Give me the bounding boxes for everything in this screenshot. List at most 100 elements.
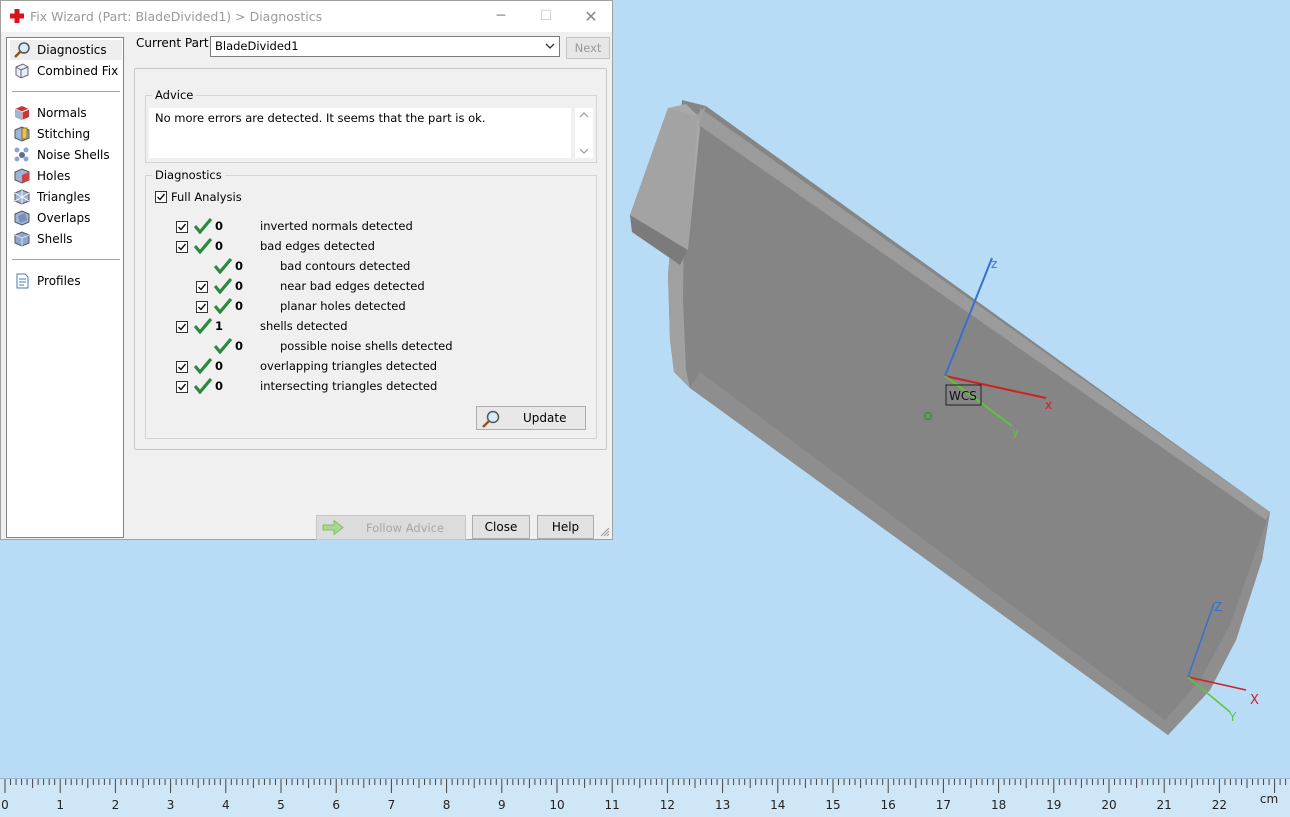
title-bar[interactable]: Fix Wizard (Part: BladeDivided1) > Diagn… xyxy=(1,1,612,32)
diagnostics-group: Diagnostics Full Analysis 0 inverted nor… xyxy=(145,168,597,439)
close-button[interactable]: Close xyxy=(472,515,530,539)
ruler-label: 2 xyxy=(112,798,120,812)
overlaps-icon xyxy=(14,210,30,226)
update-button-label: Update xyxy=(523,411,567,425)
nav-item-shells[interactable]: Shells xyxy=(10,229,122,249)
nav-item-noise-shells[interactable]: Noise Shells xyxy=(10,145,122,165)
checkmark-icon xyxy=(178,223,187,231)
nav-item-normals[interactable]: Normals xyxy=(10,103,122,123)
ruler-label: 21 xyxy=(1157,798,1172,812)
row-count: 0 xyxy=(215,359,224,373)
row-label: intersecting triangles detected xyxy=(260,379,438,393)
full-analysis-checkbox[interactable] xyxy=(155,191,167,203)
nav-item-label: Combined Fix xyxy=(37,64,119,78)
fix-category-list: Diagnostics Combined Fix Normals Stitchi… xyxy=(6,37,124,538)
row-checkbox-shells[interactable] xyxy=(176,321,188,333)
update-button[interactable]: Update xyxy=(476,406,586,430)
stitching-icon xyxy=(14,126,30,142)
close-icon: ✕ xyxy=(584,7,598,26)
row-label: shells detected xyxy=(260,319,348,333)
row-label: inverted normals detected xyxy=(260,219,413,233)
diagnostics-group-label: Diagnostics xyxy=(152,168,225,182)
advice-text: No more errors are detected. It seems th… xyxy=(149,108,571,158)
row-checkbox-inverted-normals[interactable] xyxy=(176,221,188,233)
ruler-label: 1 xyxy=(56,798,64,812)
full-analysis-label: Full Analysis xyxy=(171,190,242,204)
ruler-scale: 0 1 2 3 4 5 6 7 8 9 10 11 12 13 14 15 16 17 18 19 20 21 22 cm xyxy=(1,779,1287,812)
maximize-icon: ☐ xyxy=(539,8,553,24)
row-checkbox-bad-edges[interactable] xyxy=(176,241,188,253)
nav-item-combined-fix[interactable]: Combined Fix xyxy=(10,61,122,81)
row-label: overlapping triangles detected xyxy=(260,359,438,373)
scroll-down-icon xyxy=(579,148,589,154)
green-check-icon xyxy=(214,338,232,354)
triangles-icon xyxy=(14,189,30,205)
diagnostics-panel: Advice No more errors are detected. It s… xyxy=(134,68,607,450)
ruler-label: 5 xyxy=(277,798,285,812)
minimize-icon: ─ xyxy=(496,8,506,24)
close-window-button[interactable]: ✕ xyxy=(568,1,614,32)
ruler-label: 11 xyxy=(605,798,620,812)
checkmark-icon xyxy=(198,303,207,311)
row-checkbox-planar-holes[interactable] xyxy=(196,301,208,313)
part-model[interactable] xyxy=(630,100,1270,735)
green-check-icon xyxy=(194,238,212,254)
nav-item-label: Stitching xyxy=(37,127,91,141)
advice-group-label: Advice xyxy=(152,88,197,102)
nav-item-stitching[interactable]: Stitching xyxy=(10,124,122,144)
nav-item-diagnostics[interactable]: Diagnostics xyxy=(10,40,122,60)
maximize-button[interactable]: ☐ xyxy=(523,1,569,32)
row-count: 0 xyxy=(215,219,224,233)
window-title: Fix Wizard (Part: BladeDivided1) > Diagn… xyxy=(30,9,323,24)
row-checkbox-intersecting-triangles[interactable] xyxy=(176,381,188,393)
ruler-label: 15 xyxy=(825,798,840,812)
nav-item-overlaps[interactable]: Overlaps xyxy=(10,208,122,228)
wcs-z-label: z xyxy=(991,257,997,271)
row-label: possible noise shells detected xyxy=(280,339,453,353)
row-label: near bad edges detected xyxy=(280,279,425,293)
ruler: 0 1 2 3 4 5 6 7 8 9 10 11 12 13 14 15 16 17 18 19 20 21 22 cm xyxy=(0,778,1290,817)
green-check-icon xyxy=(194,378,212,394)
nav-item-triangles[interactable]: Triangles xyxy=(10,187,122,207)
triad-x-label: X xyxy=(1250,693,1259,708)
current-part-select[interactable]: BladeDivided1 xyxy=(210,36,560,57)
row-count: 0 xyxy=(235,299,244,313)
document-icon xyxy=(16,273,29,289)
green-check-icon xyxy=(214,258,232,274)
row-count: 0 xyxy=(215,379,224,393)
green-check-icon xyxy=(214,298,232,314)
ruler-label: 22 xyxy=(1212,798,1227,812)
checkmark-icon xyxy=(178,323,187,331)
row-checkbox-near-bad-edges[interactable] xyxy=(196,281,208,293)
red-cross-icon xyxy=(10,9,24,23)
ruler-label: 10 xyxy=(549,798,564,812)
shells-icon xyxy=(14,231,30,247)
ruler-label: 17 xyxy=(936,798,951,812)
minimize-button[interactable]: ─ xyxy=(478,1,524,32)
ruler-label: 4 xyxy=(222,798,230,812)
next-button[interactable]: Next xyxy=(566,37,610,59)
triad-y-label: Y xyxy=(1228,710,1237,724)
nav-item-label: Triangles xyxy=(37,190,91,204)
wcs-label: WCS xyxy=(949,389,977,403)
nav-item-holes[interactable]: Holes xyxy=(10,166,122,186)
ruler-label: 3 xyxy=(167,798,175,812)
help-button[interactable]: Help xyxy=(537,515,594,539)
current-part-value: BladeDivided1 xyxy=(215,39,299,53)
nav-item-label: Diagnostics xyxy=(37,43,107,57)
nav-item-label: Noise Shells xyxy=(37,148,110,162)
resize-grip-icon[interactable] xyxy=(600,527,610,537)
nav-item-label: Holes xyxy=(37,169,71,183)
row-count: 0 xyxy=(215,239,224,253)
row-checkbox-overlapping-triangles[interactable] xyxy=(176,361,188,373)
nav-item-label: Shells xyxy=(37,232,73,246)
ruler-unit: cm xyxy=(1260,792,1278,806)
ruler-label: 14 xyxy=(770,798,785,812)
ruler-label: 12 xyxy=(660,798,675,812)
checkmark-icon xyxy=(198,283,207,291)
nav-item-profiles[interactable]: Profiles xyxy=(10,271,122,291)
follow-advice-button[interactable]: Follow Advice xyxy=(316,515,466,540)
ruler-label: 0 xyxy=(1,798,9,812)
current-part-label: Current Part: xyxy=(136,36,213,50)
advice-scrollbar[interactable] xyxy=(575,108,593,158)
